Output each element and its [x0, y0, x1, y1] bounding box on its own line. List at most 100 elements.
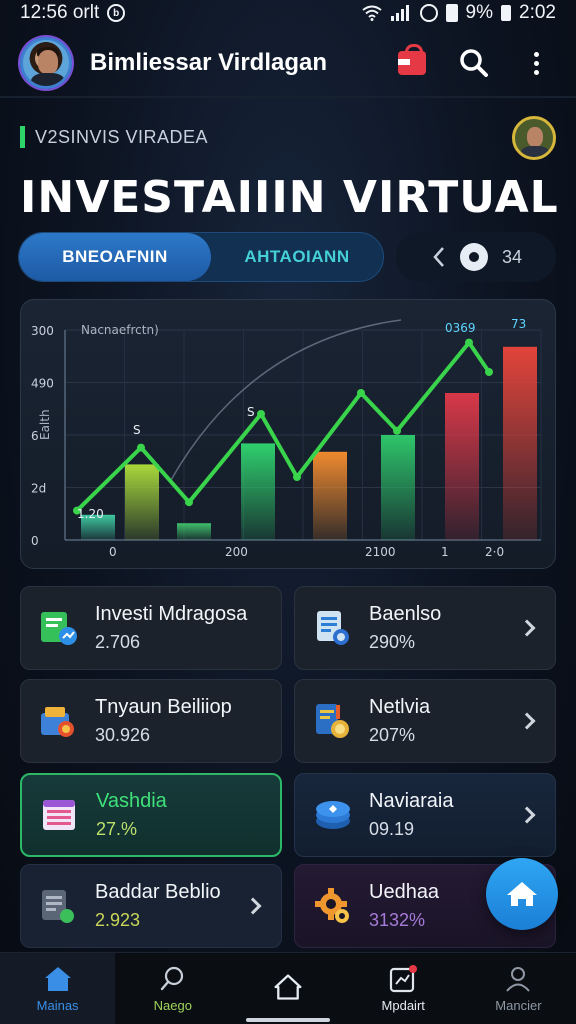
tile-title: Investi Mdragosa: [95, 603, 248, 625]
point-label: 73: [511, 317, 526, 331]
nav-label-search: Naego: [153, 998, 192, 1013]
chevron-right-icon: [518, 806, 536, 824]
chart-square-icon: [390, 965, 418, 993]
invoice-coin-icon: [313, 701, 353, 741]
chevron-right-icon: [518, 619, 536, 637]
chevron-right-icon: [244, 897, 262, 915]
battery-icon: [445, 4, 458, 22]
tile-text: Baddar Beblio 2.923: [95, 881, 247, 931]
tab-inactive[interactable]: AHTAOIANN: [211, 233, 383, 281]
home-indicator: [246, 1018, 330, 1022]
chart-bar: [445, 393, 479, 540]
y-tick-label: 0: [31, 534, 39, 548]
gear-icon: [313, 886, 353, 926]
chart-point: [257, 410, 265, 418]
chart-bar: [313, 451, 347, 540]
signal-icon: [390, 5, 409, 21]
point-label: S: [133, 423, 141, 437]
chart-bar: [125, 464, 159, 540]
battery-level-icon: [501, 5, 512, 21]
record-icon: [460, 243, 488, 271]
chart-bar: [241, 443, 275, 540]
search-icon: [460, 49, 488, 77]
tile-text: Netlvia 207%: [369, 696, 521, 746]
search-icon: [160, 966, 183, 991]
wifi-icon: [361, 5, 382, 21]
tile-value: 2.923: [95, 910, 141, 930]
y-tick-label: 300: [31, 324, 54, 338]
status-bar: 12:56 orlt b 9% 2:02: [0, 0, 576, 26]
section-accent-bar: [20, 126, 25, 148]
tile-text: Baenlso 290%: [369, 603, 521, 653]
tile-text: Tnyaun Beiliiop 30.926: [95, 696, 281, 746]
tile-card[interactable]: Vashdia 27.%: [20, 773, 282, 857]
tile-card[interactable]: Investi Mdragosa 2.706: [20, 586, 282, 670]
chart-point: [293, 473, 301, 481]
nav-item-search[interactable]: Naego: [115, 953, 230, 1024]
nav-item-center[interactable]: [230, 953, 345, 1024]
chart-bar: [177, 523, 211, 540]
status-left: 12:56 orlt b: [20, 2, 126, 24]
nav-item-profile[interactable]: Mancier: [461, 953, 576, 1024]
chart-bar: [381, 435, 415, 540]
tile-text: Naviaraia 09.19: [369, 790, 521, 840]
tile-value: 2.706: [95, 632, 141, 652]
search-button[interactable]: [454, 43, 494, 83]
y-axis-label: Ealth: [38, 409, 52, 440]
tile-title: Baenlso: [369, 603, 442, 625]
nav-item-reports[interactable]: Mpdairt: [346, 953, 461, 1024]
section-tag-text: V2SINVIS VIRADEA: [35, 126, 209, 147]
wallet-icon: [39, 701, 79, 741]
point-label: 9: [21, 300, 29, 303]
alarm-icon: [419, 4, 438, 22]
report-icon: [39, 886, 79, 926]
chart-point: [137, 443, 145, 452]
nav-item-home[interactable]: Mainas: [0, 953, 116, 1024]
point-label: 1.20: [77, 507, 104, 521]
chart-point: [357, 389, 365, 397]
tab-active[interactable]: BNEOAFNIN: [19, 233, 211, 281]
tile-value: 27.%: [96, 819, 138, 839]
tile-text: Investi Mdragosa 2.706: [95, 603, 281, 653]
shopping-bag-button[interactable]: [392, 43, 432, 83]
status-right: 9% 2:02: [361, 2, 556, 24]
avatar[interactable]: [20, 37, 72, 89]
timer-control[interactable]: 34: [396, 232, 556, 282]
home-outline-icon: [274, 973, 302, 1000]
x-tick-label: 2·0: [485, 545, 504, 559]
tile-value: 09.19: [369, 819, 415, 839]
tile-title: Vashdia: [96, 790, 167, 812]
y-tick-label: 2d: [31, 482, 46, 496]
tile-card[interactable]: Netlvia 207%: [294, 679, 556, 763]
chart-point: [393, 426, 401, 435]
tile-card[interactable]: Tnyaun Beiliiop 30.926: [20, 679, 282, 763]
profile-avatar[interactable]: [512, 116, 556, 160]
tile-title: Naviaraia: [369, 790, 454, 812]
tile-text: Vashdia 27.%: [96, 790, 280, 840]
tile-card[interactable]: Baddar Beblio 2.923: [20, 864, 282, 948]
battery-text: 9%: [465, 2, 494, 23]
nav-label-reports: Mpdairt: [381, 998, 425, 1013]
tile-card[interactable]: Naviaraia 09.19: [294, 773, 556, 857]
fab-button[interactable]: [486, 858, 558, 930]
investment-chart: 02d64903000 200 2100 1 2·0Nacnaefrctn)Ealth1…: [21, 300, 542, 559]
chart-title: Nacnaefrctn): [81, 323, 159, 337]
x-tick-label: 0: [109, 545, 117, 559]
tile-title: Netlvia: [369, 696, 431, 718]
timer-value: 34: [502, 246, 523, 267]
refresh-icon: [433, 247, 444, 267]
more-vertical-icon: [533, 51, 539, 75]
profile-icon: [506, 967, 531, 992]
chart-bar: [503, 346, 537, 540]
point-label: S: [247, 405, 255, 419]
coins-icon: [313, 795, 353, 835]
tile-card[interactable]: Baenlso 290%: [294, 586, 556, 670]
chart-point: [485, 368, 493, 376]
more-button[interactable]: [516, 43, 556, 83]
status-time: 2:02: [519, 2, 556, 23]
page-title: INVESTAIIIN VIRTUAL: [20, 172, 559, 223]
tile-value: 290%: [369, 632, 416, 652]
chart-card: 0 2d 6 490 300 0 200 2100 1 2·0 Nacnaefrctn) Ealth 1…: [20, 299, 556, 569]
home-icon: [507, 882, 537, 906]
nav-label-profile: Mancier: [495, 998, 542, 1013]
